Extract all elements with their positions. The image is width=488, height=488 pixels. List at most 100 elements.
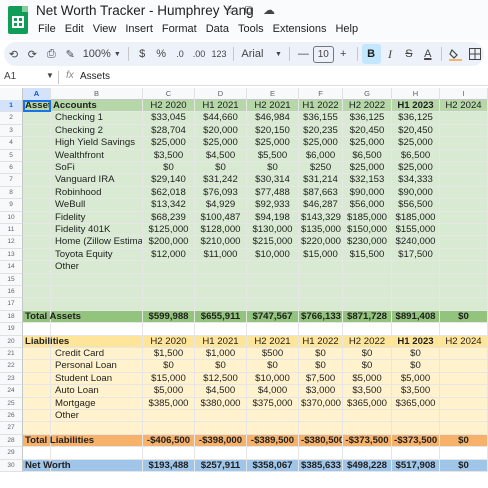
- cell-i29[interactable]: [440, 447, 488, 460]
- cell-h2[interactable]: $36,125: [392, 112, 440, 125]
- cell-g25[interactable]: $365,000: [343, 397, 392, 410]
- menu-item-tools[interactable]: Tools: [234, 23, 269, 35]
- cell-f20[interactable]: H1 2022: [299, 335, 343, 348]
- row-header[interactable]: 17: [0, 298, 23, 311]
- menu-item-data[interactable]: Data: [202, 23, 234, 35]
- cell-g20[interactable]: H2 2022: [343, 335, 392, 348]
- cell-i30[interactable]: $0: [440, 459, 488, 472]
- cell-b11[interactable]: Fidelity 401K: [51, 224, 143, 237]
- cell-h18[interactable]: $891,408: [392, 310, 440, 324]
- cell-h30[interactable]: $517,908: [392, 459, 440, 472]
- cell-a4[interactable]: [23, 137, 51, 150]
- cell-h25[interactable]: $365,000: [392, 397, 440, 410]
- cell-g30[interactable]: $498,228: [343, 459, 392, 472]
- strikethrough-button[interactable]: S: [399, 44, 418, 64]
- row-header[interactable]: 15: [0, 273, 23, 286]
- sheets-logo-icon[interactable]: [8, 6, 28, 34]
- cell-f5[interactable]: $6,000: [299, 149, 343, 162]
- cell-a28[interactable]: Total Liabilities: [23, 434, 94, 448]
- cell-f1[interactable]: H1 2022: [299, 100, 343, 113]
- cell-h27[interactable]: [392, 422, 440, 435]
- cell-f25[interactable]: $370,000: [299, 397, 343, 410]
- cell-i18[interactable]: $0: [440, 310, 488, 324]
- cell-i13[interactable]: [440, 248, 488, 262]
- cell-h26[interactable]: [392, 410, 440, 423]
- cell-b7[interactable]: Vanguard IRA: [51, 174, 143, 187]
- cell-a22[interactable]: [23, 360, 51, 373]
- row-header[interactable]: 16: [0, 286, 23, 299]
- row-header[interactable]: 27: [0, 422, 23, 435]
- cell-g4[interactable]: $25,000: [343, 137, 392, 150]
- row-header[interactable]: 23: [0, 372, 23, 386]
- cell-b27[interactable]: [51, 422, 143, 435]
- cell-e29[interactable]: [247, 447, 299, 460]
- redo-icon[interactable]: ⟳: [23, 44, 42, 64]
- cell-f8[interactable]: $87,663: [299, 186, 343, 200]
- row-header[interactable]: 6: [0, 162, 23, 175]
- cell-f16[interactable]: [299, 286, 343, 299]
- cell-c14[interactable]: [143, 261, 195, 274]
- cell-h19[interactable]: [392, 323, 440, 336]
- cell-e3[interactable]: $20,150: [247, 124, 299, 138]
- cell-f13[interactable]: $15,000: [299, 248, 343, 262]
- cell-g5[interactable]: $6,500: [343, 149, 392, 162]
- cell-i9[interactable]: [440, 199, 488, 212]
- row-header[interactable]: 3: [0, 124, 23, 138]
- cell-b23[interactable]: Student Loan: [51, 372, 143, 386]
- cell-e27[interactable]: [247, 422, 299, 435]
- cell-d6[interactable]: $0: [195, 162, 247, 175]
- cell-a24[interactable]: [23, 385, 51, 398]
- cell-a13[interactable]: [23, 248, 51, 262]
- cell-e15[interactable]: [247, 273, 299, 286]
- cell-i4[interactable]: [440, 137, 488, 150]
- cell-b10[interactable]: Fidelity: [51, 211, 143, 224]
- cell-e9[interactable]: $92,933: [247, 199, 299, 212]
- cell-a18[interactable]: Total Assets: [23, 310, 81, 324]
- cell-d17[interactable]: [195, 298, 247, 311]
- cell-a20[interactable]: Liabilities: [23, 335, 69, 348]
- row-header[interactable]: 7: [0, 174, 23, 187]
- cell-d24[interactable]: $4,500: [195, 385, 247, 398]
- column-header-i[interactable]: I: [440, 88, 488, 100]
- cell-e14[interactable]: [247, 261, 299, 274]
- cell-f22[interactable]: $0: [299, 360, 343, 373]
- cell-f15[interactable]: [299, 273, 343, 286]
- cell-c24[interactable]: $5,000: [143, 385, 195, 398]
- cell-i16[interactable]: [440, 286, 488, 299]
- cell-d5[interactable]: $4,500: [195, 149, 247, 162]
- cell-d13[interactable]: $11,000: [195, 248, 247, 262]
- row-header[interactable]: 18: [0, 310, 23, 324]
- cell-a16[interactable]: [23, 286, 51, 299]
- cell-i3[interactable]: [440, 124, 488, 138]
- cell-c15[interactable]: [143, 273, 195, 286]
- cell-d23[interactable]: $12,500: [195, 372, 247, 386]
- cell-i12[interactable]: [440, 236, 488, 249]
- cell-d2[interactable]: $44,660: [195, 112, 247, 125]
- cell-e13[interactable]: $10,000: [247, 248, 299, 262]
- cell-f3[interactable]: $20,235: [299, 124, 343, 138]
- cell-i21[interactable]: [440, 348, 488, 361]
- cell-d26[interactable]: [195, 410, 247, 423]
- font-size-increase-button[interactable]: +: [334, 44, 353, 64]
- cell-g7[interactable]: $32,153: [343, 174, 392, 187]
- cell-h9[interactable]: $56,500: [392, 199, 440, 212]
- cell-d8[interactable]: $76,093: [195, 186, 247, 200]
- row-header[interactable]: 13: [0, 248, 23, 262]
- cell-a3[interactable]: [23, 124, 51, 138]
- cell-d3[interactable]: $20,000: [195, 124, 247, 138]
- cell-i27[interactable]: [440, 422, 488, 435]
- column-header-h[interactable]: H: [392, 88, 440, 100]
- column-header-d[interactable]: D: [195, 88, 247, 100]
- cell-e18[interactable]: $747,567: [247, 310, 299, 324]
- cell-i22[interactable]: [440, 360, 488, 373]
- cell-f30[interactable]: $385,633: [299, 459, 343, 472]
- cell-g14[interactable]: [343, 261, 392, 274]
- row-header[interactable]: 5: [0, 149, 23, 162]
- paint-bucket-icon[interactable]: [446, 44, 465, 64]
- menu-item-file[interactable]: File: [34, 23, 61, 35]
- cell-g28[interactable]: -$373,500: [343, 434, 392, 448]
- cell-g13[interactable]: $15,500: [343, 248, 392, 262]
- cell-i11[interactable]: [440, 224, 488, 237]
- cell-h13[interactable]: $17,500: [392, 248, 440, 262]
- chevron-down-icon[interactable]: ▼: [46, 71, 54, 80]
